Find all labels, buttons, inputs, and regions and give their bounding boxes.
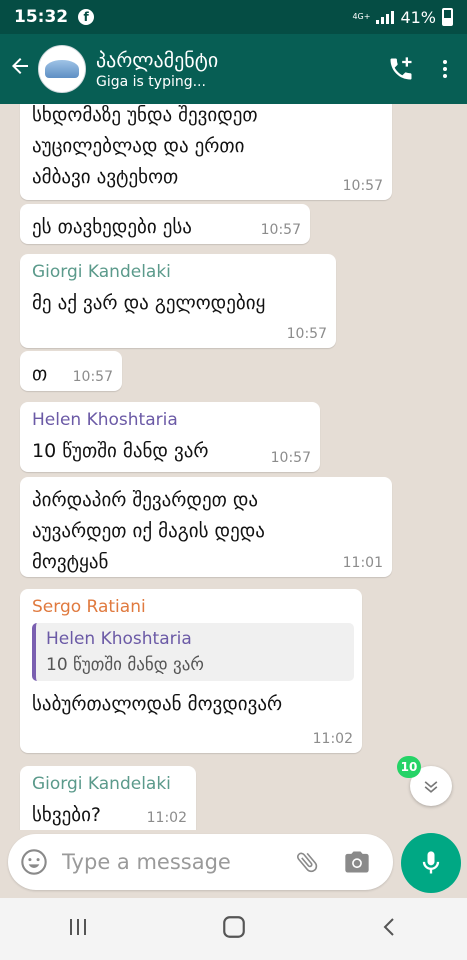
message-time: 10:57	[286, 326, 327, 342]
group-avatar[interactable]	[38, 45, 86, 93]
facebook-icon: f	[78, 9, 95, 25]
unread-count-badge: 10	[397, 756, 421, 778]
quoted-sender: Helen Khoshtaria	[46, 629, 192, 649]
chat-area[interactable]: სხდომაზე უნდა შევიდეთ აუცილებლად და ერთი…	[0, 104, 467, 830]
quoted-text: 10 წუთში მანდ ვარ	[46, 655, 204, 675]
network-type: 4G+	[352, 12, 371, 21]
quoted-message[interactable]: Helen Khoshtaria 10 წუთში მანდ ვარ	[32, 623, 354, 681]
message-bubble[interactable]: Sergo Ratiani Helen Khoshtaria 10 წუთში …	[20, 589, 362, 753]
camera-icon[interactable]	[337, 842, 377, 882]
add-call-icon[interactable]	[379, 55, 423, 83]
back-arrow-icon[interactable]	[8, 54, 38, 85]
chat-header: პარლამენტი Giga is typing...	[0, 34, 467, 104]
typing-status: Giga is typing...	[96, 74, 206, 90]
message-bubble[interactable]: ეს თავხედები ესა 10:57	[20, 204, 310, 244]
message-time: 10:57	[260, 222, 301, 238]
status-time: 15:32	[14, 7, 69, 27]
nav-back-icon[interactable]	[378, 915, 402, 943]
system-nav-bar	[0, 898, 467, 960]
message-input-bar	[8, 834, 393, 890]
more-vert-icon[interactable]	[423, 57, 467, 81]
message-bubble[interactable]: Giorgi Kandelaki სხვები? 11:02	[20, 766, 196, 830]
signal-icon	[376, 10, 395, 24]
message-text: საბურთალოდან მოვდივარ	[32, 693, 283, 715]
chat-title: პარლამენტი	[96, 48, 219, 72]
battery-icon	[442, 8, 453, 26]
message-bubble[interactable]: თ 10:57	[20, 351, 122, 391]
message-sender: Giorgi Kandelaki	[32, 774, 171, 794]
message-time: 11:02	[312, 731, 353, 747]
message-sender: Sergo Ratiani	[32, 597, 146, 617]
message-time: 10:57	[270, 450, 311, 466]
message-bubble[interactable]: Helen Khoshtaria 10 წუთში მანდ ვარ 10:57	[20, 402, 320, 472]
recents-icon[interactable]	[66, 915, 90, 943]
mic-icon	[422, 851, 440, 874]
message-sender: Helen Khoshtaria	[32, 410, 178, 430]
chevron-down-icon	[424, 781, 438, 793]
message-time: 10:57	[342, 178, 383, 194]
message-bubble[interactable]: პირდაპირ შევარდეთ და აუვარდეთ იქ მაგის დ…	[20, 477, 392, 577]
emoji-icon[interactable]	[14, 842, 54, 882]
message-bubble[interactable]: Giorgi Kandelaki მე აქ ვარ და გელოდებიყ …	[20, 254, 336, 348]
attach-icon[interactable]	[287, 842, 327, 882]
chat-title-area[interactable]: პარლამენტი Giga is typing...	[96, 48, 379, 90]
message-text: მე აქ ვარ და გელოდებიყ	[32, 292, 266, 314]
message-sender: Giorgi Kandelaki	[32, 262, 171, 282]
message-text: პირდაპირ შევარდეთ და აუვარდეთ იქ მაგის დ…	[32, 489, 265, 573]
message-text: 10 წუთში მანდ ვარ	[32, 440, 209, 462]
message-time: 11:01	[342, 555, 383, 571]
message-bubble[interactable]: სხდომაზე უნდა შევიდეთ აუცილებლად და ერთი…	[20, 104, 392, 200]
message-time: 11:02	[146, 810, 187, 826]
message-time: 10:57	[72, 369, 113, 385]
battery-percent: 41%	[400, 7, 436, 27]
message-input[interactable]	[62, 850, 277, 874]
message-text: სხდომაზე უნდა შევიდეთ აუცილებლად და ერთი…	[32, 104, 258, 188]
status-bar: 15:32 f 4G+ 41%	[0, 0, 467, 34]
home-icon[interactable]	[221, 914, 247, 944]
mic-button[interactable]	[401, 833, 461, 893]
